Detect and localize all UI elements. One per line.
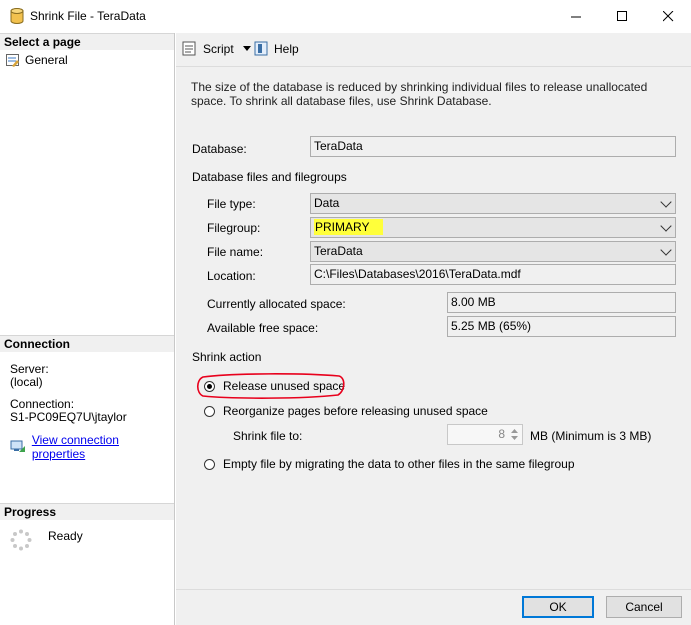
shrink-action-label: Shrink action: [192, 350, 262, 364]
chevron-down-icon: [660, 220, 672, 232]
database-icon: [10, 8, 24, 24]
description-text: The size of the database is reduced by s…: [191, 80, 648, 108]
filegroup-label: Filegroup:: [207, 221, 261, 235]
allocated-space-field: 8.00 MB: [447, 292, 676, 313]
empty-file-option[interactable]: Empty file by migrating the data to othe…: [204, 457, 575, 471]
help-icon: [254, 41, 268, 56]
dropdown-arrow-icon[interactable]: [242, 45, 253, 52]
database-label: Database:: [192, 142, 247, 156]
free-space-field: 5.25 MB (65%): [447, 316, 676, 337]
file-type-select[interactable]: Data: [310, 193, 676, 214]
ok-button[interactable]: OK: [522, 596, 594, 618]
free-space-label: Available free space:: [207, 321, 319, 335]
close-icon: [662, 11, 673, 22]
minimize-icon: [570, 16, 581, 18]
script-button-label: Script: [203, 41, 234, 56]
main-panel: Script Help The size of the database is …: [176, 33, 691, 589]
files-group-label: Database files and filegroups: [192, 170, 347, 184]
page-item-label: General: [25, 53, 68, 67]
progress-status: Ready: [48, 529, 83, 543]
properties-page-icon: [6, 53, 19, 67]
window-title: Shrink File - TeraData: [30, 9, 146, 23]
maximize-icon: [616, 11, 627, 21]
location-field: C:\Files\Databases\2016\TeraData.mdf: [310, 264, 676, 285]
filegroup-value-highlight: PRIMARY: [314, 219, 384, 235]
spinner-arrows-icon[interactable]: [509, 426, 520, 443]
allocated-space-label: Currently allocated space:: [207, 297, 346, 311]
shrink-to-value: 8: [498, 427, 505, 441]
file-type-value: Data: [314, 196, 340, 210]
progress-spinner-icon: [10, 529, 32, 551]
connection-label: Connection:: [10, 397, 75, 411]
help-button-label: Help: [274, 41, 299, 56]
toolbar-divider: [176, 66, 691, 67]
server-value: (local): [10, 375, 43, 389]
footer-bar: OK Cancel: [176, 589, 691, 625]
empty-file-radio[interactable]: [204, 458, 215, 470]
script-icon: [182, 41, 196, 56]
database-field: TeraData: [310, 136, 676, 157]
location-label: Location:: [207, 269, 256, 283]
view-connection-properties-link[interactable]: View connection properties: [10, 433, 174, 461]
shrink-to-unit: MB (Minimum is 3 MB): [530, 429, 652, 443]
minimize-button[interactable]: [553, 0, 599, 33]
file-type-label: File type:: [207, 197, 256, 211]
reorganize-pages-radio[interactable]: [204, 405, 215, 417]
connection-header: Connection: [0, 335, 174, 352]
script-button[interactable]: Script: [182, 41, 253, 56]
filegroup-select[interactable]: PRIMARY: [310, 217, 676, 238]
maximize-button[interactable]: [599, 0, 645, 33]
shrink-to-input[interactable]: 8: [447, 424, 523, 445]
connection-value: S1-PC09EQ7U\jtaylor: [10, 410, 127, 424]
chevron-down-icon: [660, 196, 672, 208]
file-name-select[interactable]: TeraData: [310, 241, 676, 262]
connection-properties-icon: [10, 440, 25, 452]
help-button[interactable]: Help: [254, 41, 299, 56]
left-panel: Select a page General Connection Server:…: [0, 33, 175, 625]
chevron-down-icon: [660, 244, 672, 256]
red-annotation-circle: [196, 373, 345, 399]
view-connection-link-text[interactable]: View connection properties: [32, 433, 174, 461]
server-label: Server:: [10, 362, 49, 376]
progress-header: Progress: [0, 503, 174, 520]
page-item-general[interactable]: General: [6, 52, 68, 68]
empty-file-label: Empty file by migrating the data to othe…: [223, 457, 575, 471]
close-button[interactable]: [645, 0, 691, 33]
file-name-value: TeraData: [314, 244, 363, 258]
file-name-label: File name:: [207, 245, 264, 259]
cancel-button[interactable]: Cancel: [606, 596, 682, 618]
select-page-header: Select a page: [0, 33, 174, 50]
toolbar: Script Help: [176, 33, 691, 66]
reorganize-pages-option[interactable]: Reorganize pages before releasing unused…: [204, 404, 488, 418]
reorganize-pages-label: Reorganize pages before releasing unused…: [223, 404, 488, 418]
title-bar: Shrink File - TeraData: [0, 0, 691, 33]
shrink-to-label: Shrink file to:: [233, 429, 303, 443]
filegroup-value: PRIMARY: [315, 220, 370, 234]
